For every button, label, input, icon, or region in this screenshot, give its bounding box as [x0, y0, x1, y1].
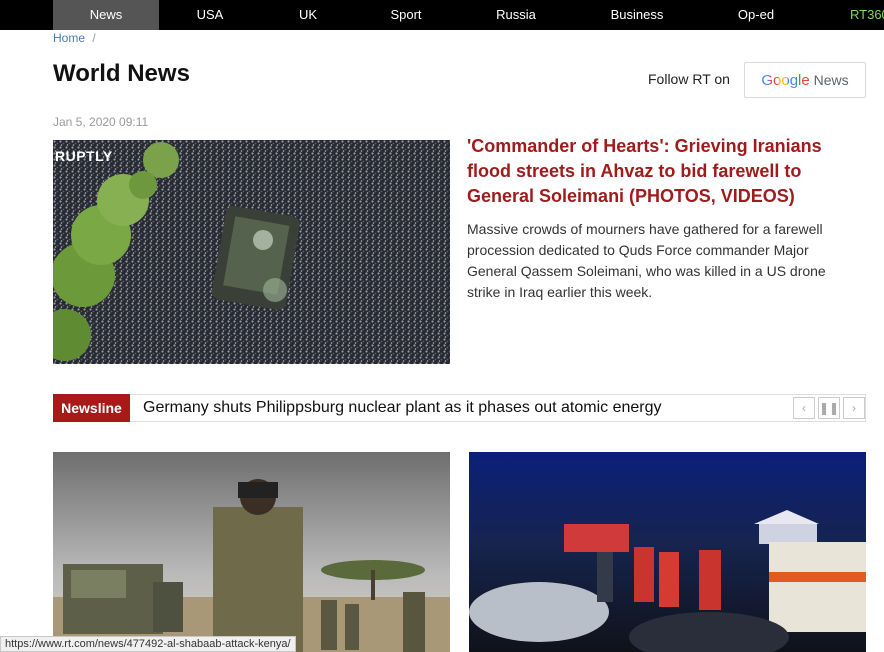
pause-icon[interactable]: ❚❚ [818, 397, 840, 419]
article-card-image-emergency[interactable] [469, 452, 866, 652]
google-logo: Google [761, 72, 810, 89]
top-nav: News USA UK Sport Russia Business Op-ed … [0, 0, 884, 30]
google-news-label: News [813, 72, 849, 88]
nav-item-oped[interactable]: Op-ed [716, 0, 796, 30]
lead-article-image[interactable]: RUPTLY [53, 140, 450, 364]
article-date: Jan 5, 2020 09:11 [53, 115, 149, 129]
article-card-image-soldiers[interactable] [53, 452, 450, 652]
emergency-scene-photo [469, 452, 866, 652]
newsline-ticker: Newsline Germany shuts Philippsburg nucl… [53, 394, 866, 422]
lead-article-title[interactable]: 'Commander of Hearts': Grieving Iranians… [467, 134, 859, 209]
crowd-photo [53, 140, 450, 364]
breadcrumb-home-link[interactable]: Home [53, 31, 85, 45]
newsline-label: Newsline [53, 394, 130, 422]
chevron-right-icon[interactable]: › [843, 397, 865, 419]
nav-item-news[interactable]: News [53, 0, 159, 30]
lead-article-summary: Massive crowds of mourners have gathered… [467, 221, 826, 300]
breadcrumb: Home / [53, 31, 96, 45]
nav-item-uk[interactable]: UK [268, 0, 348, 30]
status-bar-url: https://www.rt.com/news/477492-al-shabaa… [0, 636, 296, 652]
soldiers-photo [53, 452, 450, 652]
newsline-headline[interactable]: Germany shuts Philippsburg nuclear plant… [143, 399, 662, 417]
google-news-button[interactable]: Google News [744, 62, 866, 98]
nav-item-business[interactable]: Business [597, 0, 677, 30]
chevron-left-icon[interactable]: ‹ [793, 397, 815, 419]
ruptly-watermark: RUPTLY [55, 148, 113, 164]
nav-item-russia[interactable]: Russia [476, 0, 556, 30]
follow-label: Follow RT on [648, 71, 730, 87]
breadcrumb-separator: / [92, 31, 96, 45]
nav-item-rt360[interactable]: RT360 [850, 0, 884, 30]
nav-item-usa[interactable]: USA [170, 0, 250, 30]
nav-item-sport[interactable]: Sport [366, 0, 446, 30]
page-title: World News [53, 60, 190, 87]
